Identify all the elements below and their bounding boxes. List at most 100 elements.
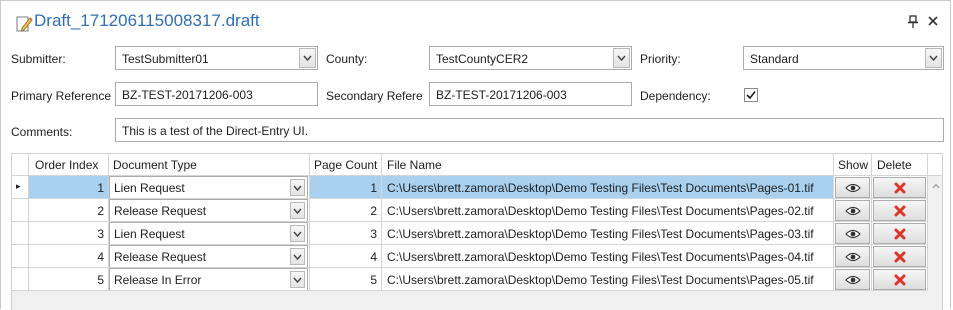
eye-icon xyxy=(844,206,861,215)
show-cell xyxy=(834,245,872,268)
priority-dropdown-button[interactable] xyxy=(925,48,942,68)
page-count-cell[interactable]: 1 xyxy=(310,176,382,199)
document-type-cell[interactable]: Lien Request xyxy=(109,176,310,199)
order-index-cell[interactable]: 2 xyxy=(29,199,109,222)
document-type-dropdown-button[interactable] xyxy=(290,271,305,288)
column-header-document-type[interactable]: Document Type xyxy=(109,154,310,176)
document-type-value: Lien Request xyxy=(114,181,185,195)
file-name-value: C:\Users\brett.zamora\Desktop\Demo Testi… xyxy=(387,181,814,195)
document-type-dropdown[interactable]: Lien Request xyxy=(109,176,308,198)
column-header-order-index-label: Order Index xyxy=(35,158,99,172)
title-bar: Draft_171206115008317.draft xyxy=(1,1,952,35)
column-header-page-count[interactable]: Page Count xyxy=(310,154,382,176)
document-type-cell[interactable]: Release Request xyxy=(109,199,310,222)
row-header[interactable] xyxy=(12,245,29,268)
secondary-reference-input[interactable]: BZ-TEST-20171206-003 xyxy=(429,82,632,106)
order-index-cell[interactable]: 5 xyxy=(29,268,109,291)
document-type-value: Release Request xyxy=(114,250,207,264)
document-type-dropdown-button[interactable] xyxy=(290,202,305,219)
primary-reference-value: BZ-TEST-20171206-003 xyxy=(122,88,253,102)
page-count-value: 3 xyxy=(370,227,377,241)
order-index-cell[interactable]: 3 xyxy=(29,222,109,245)
page-count-cell[interactable]: 4 xyxy=(310,245,382,268)
document-edit-icon xyxy=(16,16,33,32)
document-type-dropdown[interactable]: Release Request xyxy=(109,245,308,267)
column-header-delete[interactable]: Delete xyxy=(872,154,928,176)
table-row[interactable]: 3 Lien Request 3 C:\Users\brett.zamora\D… xyxy=(12,222,928,245)
column-header-delete-label: Delete xyxy=(877,158,912,172)
red-x-icon xyxy=(894,228,905,239)
order-index-cell[interactable]: 4 xyxy=(29,245,109,268)
document-type-dropdown[interactable]: Release Request xyxy=(109,199,308,221)
county-label: County: xyxy=(326,52,368,66)
table-row[interactable]: ▸ 1 Lien Request 1 C:\Users\brett.zamora… xyxy=(12,176,928,199)
comments-input[interactable]: This is a test of the Direct-Entry UI. xyxy=(115,118,944,142)
red-x-icon xyxy=(894,182,905,193)
document-type-dropdown[interactable]: Lien Request xyxy=(109,222,308,244)
row-header[interactable] xyxy=(12,199,29,222)
grid-vertical-scrollbar[interactable] xyxy=(928,176,942,310)
table-row[interactable]: 5 Release In Error 5 C:\Users\brett.zamo… xyxy=(12,268,928,291)
county-value: TestCountyCER2 xyxy=(436,52,529,66)
delete-cell xyxy=(872,199,928,222)
submitter-dropdown-button[interactable] xyxy=(299,48,316,68)
close-icon[interactable] xyxy=(926,14,940,28)
delete-button[interactable] xyxy=(873,269,926,290)
delete-button[interactable] xyxy=(873,177,926,198)
delete-button[interactable] xyxy=(873,246,926,267)
order-index-cell[interactable]: 1 xyxy=(29,176,109,199)
document-type-dropdown[interactable]: Release In Error xyxy=(109,268,308,290)
county-dropdown[interactable]: TestCountyCER2 xyxy=(429,46,632,70)
document-type-dropdown-button[interactable] xyxy=(290,179,305,196)
column-header-file-name[interactable]: File Name xyxy=(382,154,834,176)
file-name-cell[interactable]: C:\Users\brett.zamora\Desktop\Demo Testi… xyxy=(382,176,834,199)
county-dropdown-button[interactable] xyxy=(613,48,630,68)
secondary-reference-label: Secondary Referer xyxy=(326,89,423,103)
delete-cell xyxy=(872,222,928,245)
eye-icon xyxy=(844,252,861,261)
show-button[interactable] xyxy=(835,246,870,267)
column-header-show[interactable]: Show xyxy=(834,154,872,176)
page-count-cell[interactable]: 3 xyxy=(310,222,382,245)
show-button[interactable] xyxy=(835,269,870,290)
dependency-checkbox[interactable] xyxy=(744,88,758,102)
file-name-cell[interactable]: C:\Users\brett.zamora\Desktop\Demo Testi… xyxy=(382,268,834,291)
row-header[interactable] xyxy=(12,268,29,291)
chevron-down-icon xyxy=(293,208,302,215)
delete-button[interactable] xyxy=(873,223,926,244)
document-type-dropdown-button[interactable] xyxy=(290,225,305,242)
submitter-dropdown[interactable]: TestSubmitter01 xyxy=(115,46,318,70)
column-header-order-index[interactable]: Order Index xyxy=(29,154,109,176)
order-index-value: 5 xyxy=(97,273,104,287)
pin-icon[interactable] xyxy=(907,15,919,29)
file-name-cell[interactable]: C:\Users\brett.zamora\Desktop\Demo Testi… xyxy=(382,199,834,222)
document-type-cell[interactable]: Release In Error xyxy=(109,268,310,291)
show-button[interactable] xyxy=(835,223,870,244)
document-type-dropdown-button[interactable] xyxy=(290,248,305,265)
table-row[interactable]: 4 Release Request 4 C:\Users\brett.zamor… xyxy=(12,245,928,268)
show-button[interactable] xyxy=(835,200,870,221)
document-type-cell[interactable]: Release Request xyxy=(109,245,310,268)
show-button[interactable] xyxy=(835,177,870,198)
file-name-cell[interactable]: C:\Users\brett.zamora\Desktop\Demo Testi… xyxy=(382,245,834,268)
primary-reference-input[interactable]: BZ-TEST-20171206-003 xyxy=(115,82,318,106)
row-header[interactable] xyxy=(12,222,29,245)
grid-header-filler xyxy=(928,154,942,176)
table-row[interactable]: 2 Release Request 2 C:\Users\brett.zamor… xyxy=(12,199,928,222)
delete-cell xyxy=(872,268,928,291)
primary-reference-label: Primary Reference xyxy=(11,89,112,103)
chevron-down-icon xyxy=(617,55,626,62)
document-type-cell[interactable]: Lien Request xyxy=(109,222,310,245)
file-name-cell[interactable]: C:\Users\brett.zamora\Desktop\Demo Testi… xyxy=(382,222,834,245)
priority-value: Standard xyxy=(750,52,799,66)
row-header[interactable]: ▸ xyxy=(12,176,29,199)
eye-icon xyxy=(844,229,861,238)
priority-dropdown[interactable]: Standard xyxy=(743,46,944,70)
page-count-cell[interactable]: 5 xyxy=(310,268,382,291)
show-cell xyxy=(834,199,872,222)
dependency-label: Dependency: xyxy=(640,89,711,103)
delete-button[interactable] xyxy=(873,200,926,221)
scroll-up-arrow-icon[interactable] xyxy=(932,183,940,189)
page-count-cell[interactable]: 2 xyxy=(310,199,382,222)
file-name-value: C:\Users\brett.zamora\Desktop\Demo Testi… xyxy=(387,227,814,241)
